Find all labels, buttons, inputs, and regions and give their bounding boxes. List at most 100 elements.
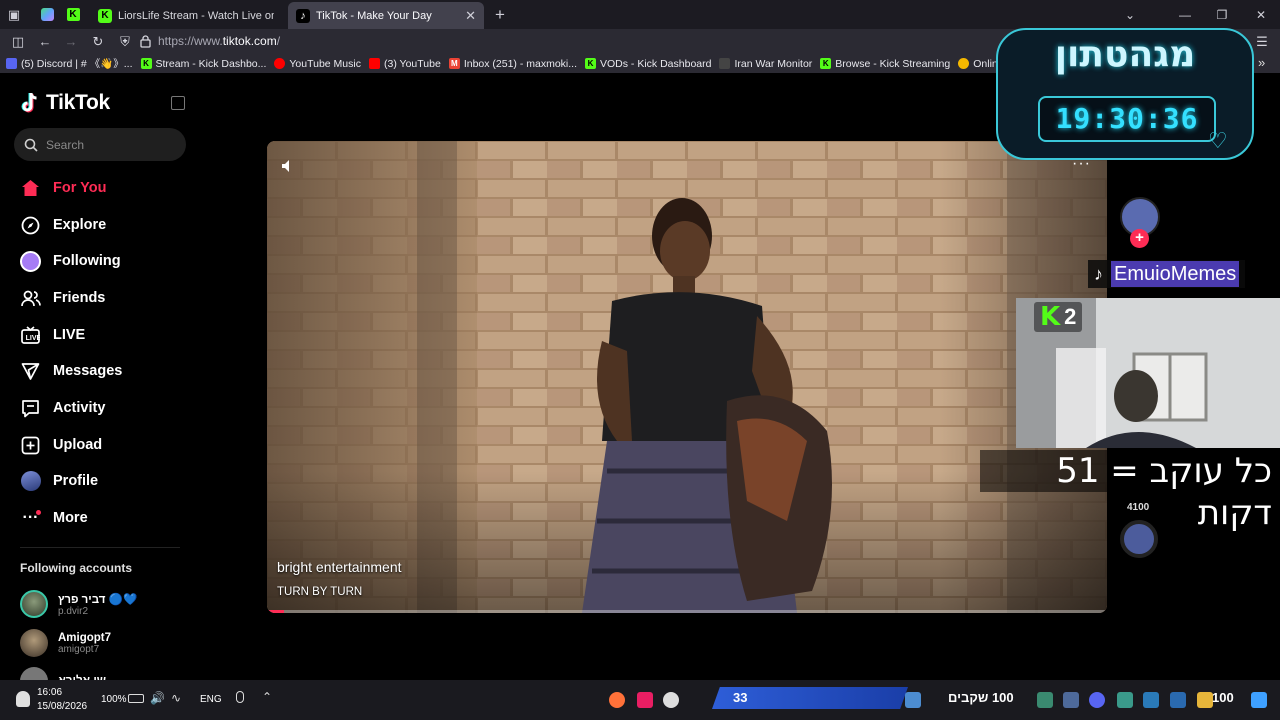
close-tab-icon[interactable]: ✕	[465, 8, 476, 24]
bookmark-iran-war-monitor[interactable]: Iran War Monitor	[719, 58, 812, 70]
video-music[interactable]: TURN BY TURN	[277, 586, 362, 598]
maximize-icon[interactable]: ❐	[1203, 0, 1241, 29]
emoji-icon	[958, 58, 970, 69]
url-suffix: /	[276, 34, 281, 48]
tab-overflow-icon[interactable]: ⌄	[1111, 0, 1149, 29]
reload-icon[interactable]: ↻	[85, 29, 111, 54]
language-indicator[interactable]: ENG	[200, 694, 222, 705]
nav-label: Following	[53, 253, 121, 269]
kick-viewer-count: 2	[1064, 304, 1077, 329]
avatar	[20, 629, 48, 657]
tray-expand-icon[interactable]: ⌃	[262, 690, 272, 704]
bookmark-label: YouTube Music	[289, 57, 361, 70]
home-icon	[20, 178, 41, 199]
following-account[interactable]: Amigopt7 amigopt7	[20, 629, 111, 657]
sidebar-toggle-icon[interactable]: ◫	[5, 29, 31, 54]
bookmark-gmail[interactable]: M Inbox (251) - maxmoki...	[448, 57, 578, 70]
weather-icon[interactable]	[16, 691, 30, 707]
following-accounts-title: Following accounts	[20, 561, 133, 575]
lock-icon	[132, 29, 158, 54]
kick-icon: K	[585, 58, 597, 69]
heart-icon: ♡	[1208, 128, 1228, 153]
kick-pinned-icon[interactable]: K	[59, 0, 87, 29]
tiktok-favicon-icon: ♪	[296, 8, 310, 23]
app-icon-kick[interactable]	[1037, 692, 1053, 708]
battery-icon[interactable]	[128, 694, 144, 703]
app-icon-firefox[interactable]	[609, 692, 625, 708]
app-icon-obs[interactable]	[1063, 692, 1079, 708]
minimize-icon[interactable]: —	[1166, 0, 1204, 29]
countdown-title: מגהטתון	[1054, 34, 1196, 75]
nav-more[interactable]: ··· More	[20, 506, 88, 530]
bookmark-label: Inbox (251) - maxmoki...	[463, 57, 578, 70]
bookmark-youtube[interactable]: (3) YouTube	[368, 58, 441, 70]
music-disc-icon[interactable]	[1120, 520, 1158, 558]
right-count: 100	[1212, 690, 1234, 705]
kick-logo-icon: K	[1040, 302, 1061, 332]
youtube-music-icon	[274, 58, 286, 69]
app-icon-mail[interactable]	[1170, 692, 1186, 708]
tiktok-handle-overlay: ♪ EmuioMemes	[1088, 260, 1246, 288]
address-bar[interactable]: https://www.tiktok.com/	[158, 34, 280, 48]
close-window-icon[interactable]: ✕	[1242, 0, 1280, 29]
taskbar-time: 16:06	[37, 687, 63, 698]
goal-count: 33	[733, 690, 748, 705]
monitor-icon	[719, 58, 731, 69]
volume-taskbar-icon[interactable]: 🔊	[150, 691, 165, 705]
app-icon-files[interactable]	[905, 692, 921, 708]
search-box[interactable]	[14, 128, 186, 161]
search-input[interactable]	[46, 137, 166, 152]
follow-plus-icon[interactable]: +	[1130, 229, 1149, 248]
tab-tiktok[interactable]: ♪ TikTok - Make Your Day ✕	[288, 2, 484, 29]
nav-for-you[interactable]: For You	[20, 176, 106, 200]
nav-following[interactable]: Following	[20, 249, 121, 273]
app-icon-calendar[interactable]	[1143, 692, 1159, 708]
nav-friends[interactable]: Friends	[20, 286, 105, 310]
bookmark-youtube-music[interactable]: YouTube Music	[274, 58, 361, 70]
follower-banner: כל עוקב = 51 דקות	[980, 450, 1280, 533]
kick-viewer-badge: K 2	[1034, 302, 1083, 332]
bookmark-label: Browse - Kick Streaming	[835, 57, 951, 70]
microphone-icon[interactable]	[236, 691, 244, 703]
bookmark-label: VODs - Kick Dashboard	[600, 57, 712, 70]
avatar	[20, 590, 48, 618]
app-icon-chatgpt[interactable]	[663, 692, 679, 708]
app-icon-discord[interactable]	[1089, 692, 1105, 708]
progress-fill	[267, 610, 284, 613]
bookmark-kick-vods[interactable]: K VODs - Kick Dashboard	[585, 58, 711, 70]
nav-explore[interactable]: Explore	[20, 213, 106, 237]
nav-activity[interactable]: Activity	[20, 396, 105, 420]
collapse-sidebar-icon[interactable]	[171, 96, 185, 110]
nav-profile[interactable]: Profile	[20, 469, 98, 493]
like-count: 4100	[1127, 502, 1150, 513]
bookmark-discord[interactable]: (5) Discord | # 《👋》...	[6, 56, 133, 71]
bookmarks-overflow-icon[interactable]: »	[1258, 55, 1265, 70]
windows-start-icon[interactable]	[1251, 692, 1267, 708]
video-author[interactable]: bright entertainment	[277, 559, 402, 575]
video-frame	[267, 141, 1107, 613]
bookmark-kick-dashboard[interactable]: K Stream - Kick Dashbo...	[140, 58, 266, 70]
video-progress-bar[interactable]	[267, 610, 1107, 613]
following-avatar-icon	[20, 250, 41, 272]
nav-live[interactable]: LIVE LIVE	[20, 323, 85, 347]
wifi-icon[interactable]: ∿	[171, 691, 181, 705]
app-icon-notepad[interactable]	[1117, 692, 1133, 708]
new-tab-icon[interactable]: +	[486, 0, 514, 29]
app-icon-tiktok[interactable]	[637, 692, 653, 708]
tab-list-icon[interactable]: ▣	[0, 0, 28, 29]
video-player[interactable]: ··· bright entertainment TURN BY TURN	[267, 141, 1107, 613]
nav-upload[interactable]: Upload	[20, 433, 102, 457]
extension-icon[interactable]	[33, 0, 61, 29]
bookmark-kick-browse[interactable]: K Browse - Kick Streaming	[820, 58, 950, 70]
app-icon-explorer[interactable]	[1197, 692, 1213, 708]
battery-percent: 100%	[101, 694, 127, 705]
browser-tab-bar: ▣ K K LiorsLife Stream - Watch Live on ♪…	[0, 0, 1280, 29]
forward-icon[interactable]: →	[58, 29, 84, 54]
tab-kick-stream[interactable]: K LiorsLife Stream - Watch Live on	[90, 2, 282, 29]
nav-messages[interactable]: Messages	[20, 359, 122, 383]
back-icon[interactable]: ←	[32, 29, 58, 54]
following-account[interactable]: דביר פרץ 🔵💙 p.dvir2	[20, 590, 137, 618]
activity-icon	[20, 398, 41, 419]
nav-label: Profile	[53, 473, 99, 489]
tiktok-logo[interactable]: TikTok	[20, 91, 110, 115]
